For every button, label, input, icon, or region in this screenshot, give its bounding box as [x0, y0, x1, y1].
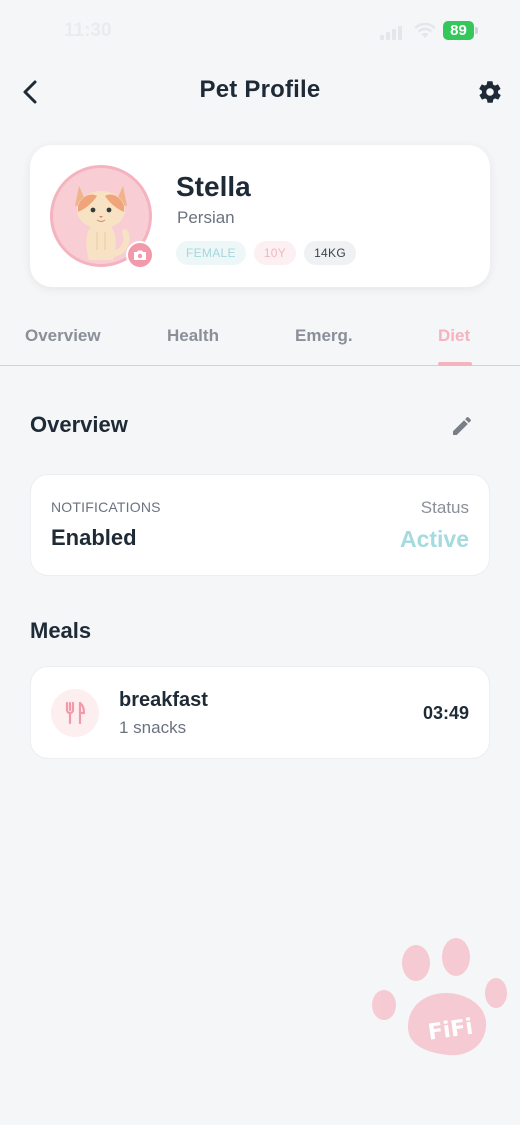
page-title: Pet Profile — [199, 76, 321, 103]
fifi-paw-watermark: FiFi — [368, 935, 516, 1065]
meal-icon-wrap — [51, 689, 99, 737]
meal-item[interactable]: breakfast 1 snacks 03:49 — [30, 666, 490, 759]
pet-profile-card: Stella Persian FEMALE 10Y 14KG — [30, 145, 490, 287]
meal-description: 1 snacks — [119, 718, 187, 737]
meal-time: 03:49 — [422, 703, 469, 723]
pet-name: Stella — [176, 171, 251, 202]
paw-logo-icon: FiFi — [372, 938, 507, 1056]
tab-health[interactable]: Health — [167, 326, 219, 346]
fork-knife-icon — [65, 701, 86, 725]
edit-overview-button[interactable] — [446, 410, 478, 442]
notifications-card: NOTIFICATIONS Enabled Status Active — [30, 474, 490, 576]
status-value: Active — [399, 526, 469, 552]
active-tab-indicator — [438, 362, 472, 366]
weight-tag: 14KG — [304, 241, 356, 265]
tab-overview[interactable]: Overview — [25, 326, 101, 346]
wifi-icon — [414, 22, 436, 40]
header: Pet Profile — [0, 62, 520, 122]
camera-icon — [134, 250, 146, 260]
battery-level: 89 — [450, 22, 467, 39]
meals-section-title: Meals — [30, 618, 92, 643]
meal-name: breakfast — [119, 689, 208, 711]
gender-tag: FEMALE — [176, 241, 246, 265]
status-label: Status — [420, 498, 469, 517]
gear-icon — [479, 81, 501, 103]
tab-emergency[interactable]: Emerg. — [295, 326, 353, 346]
notifications-label: NOTIFICATIONS — [51, 499, 161, 515]
status-bar: 11:30 89 — [0, 0, 520, 62]
overview-section-title: Overview — [30, 412, 128, 437]
change-photo-button[interactable] — [126, 241, 154, 269]
status-time: 11:30 — [64, 20, 112, 41]
battery-tip — [475, 27, 478, 34]
pet-breed: Persian — [177, 208, 235, 227]
notifications-value: Enabled — [51, 525, 137, 550]
avatar-wrap — [50, 165, 154, 269]
battery-icon: 89 — [443, 21, 474, 40]
age-tag: 10Y — [253, 241, 297, 265]
signal-icon — [380, 24, 408, 40]
settings-button[interactable] — [472, 74, 508, 110]
tab-diet[interactable]: Diet — [438, 326, 470, 346]
pencil-icon — [453, 416, 471, 435]
profile-tabs: Overview Health Emerg. Diet — [0, 318, 520, 366]
pet-tags: FEMALE 10Y 14KG — [176, 241, 356, 265]
